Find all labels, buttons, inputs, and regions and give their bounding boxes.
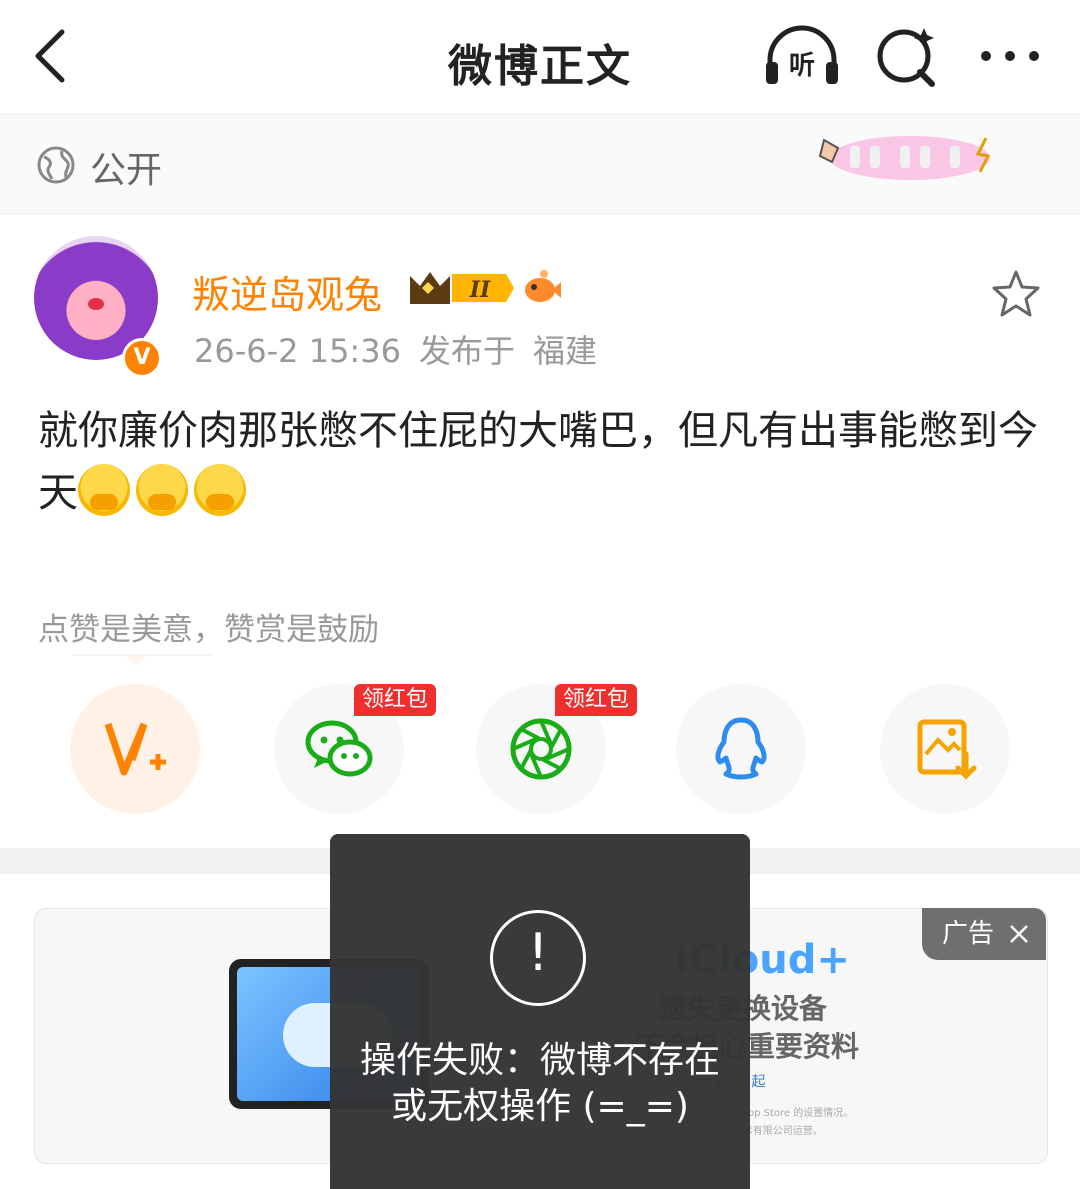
ad-close-tag[interactable]: 广告: [922, 908, 1046, 960]
post-text: 就你廉价肉那张憋不住屁的大嘴巴，但凡有出事能憋到今天: [38, 408, 1038, 516]
share-qq-button[interactable]: [676, 684, 806, 814]
listen-button[interactable]: 听: [764, 24, 838, 88]
search-button[interactable]: [874, 24, 944, 88]
red-packet-tag: 领红包: [555, 684, 638, 716]
toast-icon-glyph: !: [527, 923, 549, 983]
search-icon: [877, 28, 935, 87]
red-packet-tag: 领红包: [354, 684, 437, 716]
emoji-icon: [194, 464, 246, 516]
decorative-sticker: [818, 136, 991, 180]
ad-tag-label: 广告: [942, 919, 995, 949]
location-prefix: 发布于: [418, 332, 515, 370]
emoji-icon: [78, 464, 130, 516]
visibility-label: 公开: [90, 150, 163, 191]
globe-icon: [37, 146, 75, 184]
avatar-nose: [88, 298, 104, 310]
error-toast: ! 操作失败：微博不存在或无权操作 (=_=): [330, 834, 750, 1189]
listen-label: 听: [789, 51, 815, 81]
close-icon: [1010, 925, 1029, 943]
moments-aperture-icon: [510, 718, 572, 780]
top-bar: 微博正文 听: [0, 0, 1080, 115]
tip-caret: [126, 656, 146, 666]
star-icon: [992, 270, 1040, 317]
save-image-icon: [917, 719, 977, 780]
headphones-icon: 听: [766, 25, 838, 84]
post-location: 福建: [532, 332, 597, 370]
vplus-icon: [104, 722, 166, 776]
wechat-icon: [305, 720, 373, 777]
author-name[interactable]: 叛逆岛观兔: [192, 264, 382, 319]
fish-badge-icon: [525, 270, 561, 302]
qq-penguin-icon: [715, 717, 767, 780]
like-tip: 点赞是美意，赞赏是鼓励: [38, 612, 379, 648]
share-vplus-button[interactable]: [70, 684, 200, 814]
level-badge-text: II: [469, 277, 491, 303]
post-time: 26-6-2 15:36: [194, 332, 401, 370]
crown-level-icon: II: [410, 272, 514, 304]
favorite-button[interactable]: [990, 268, 1042, 320]
exclamation-icon: !: [490, 910, 586, 1006]
post-meta: 26-6-2 15:36 发布于 福建: [194, 326, 615, 372]
verified-badge: V: [122, 338, 162, 378]
toast-message: 操作失败：微博不存在或无权操作 (=_=): [359, 1040, 720, 1127]
more-button[interactable]: [976, 24, 1046, 88]
post-content: 就你廉价肉那张憋不住屁的大嘴巴，但凡有出事能憋到今天: [38, 400, 1038, 524]
more-dots-icon: [981, 51, 1039, 61]
save-image-button[interactable]: [880, 684, 1010, 814]
emoji-icon: [136, 464, 188, 516]
